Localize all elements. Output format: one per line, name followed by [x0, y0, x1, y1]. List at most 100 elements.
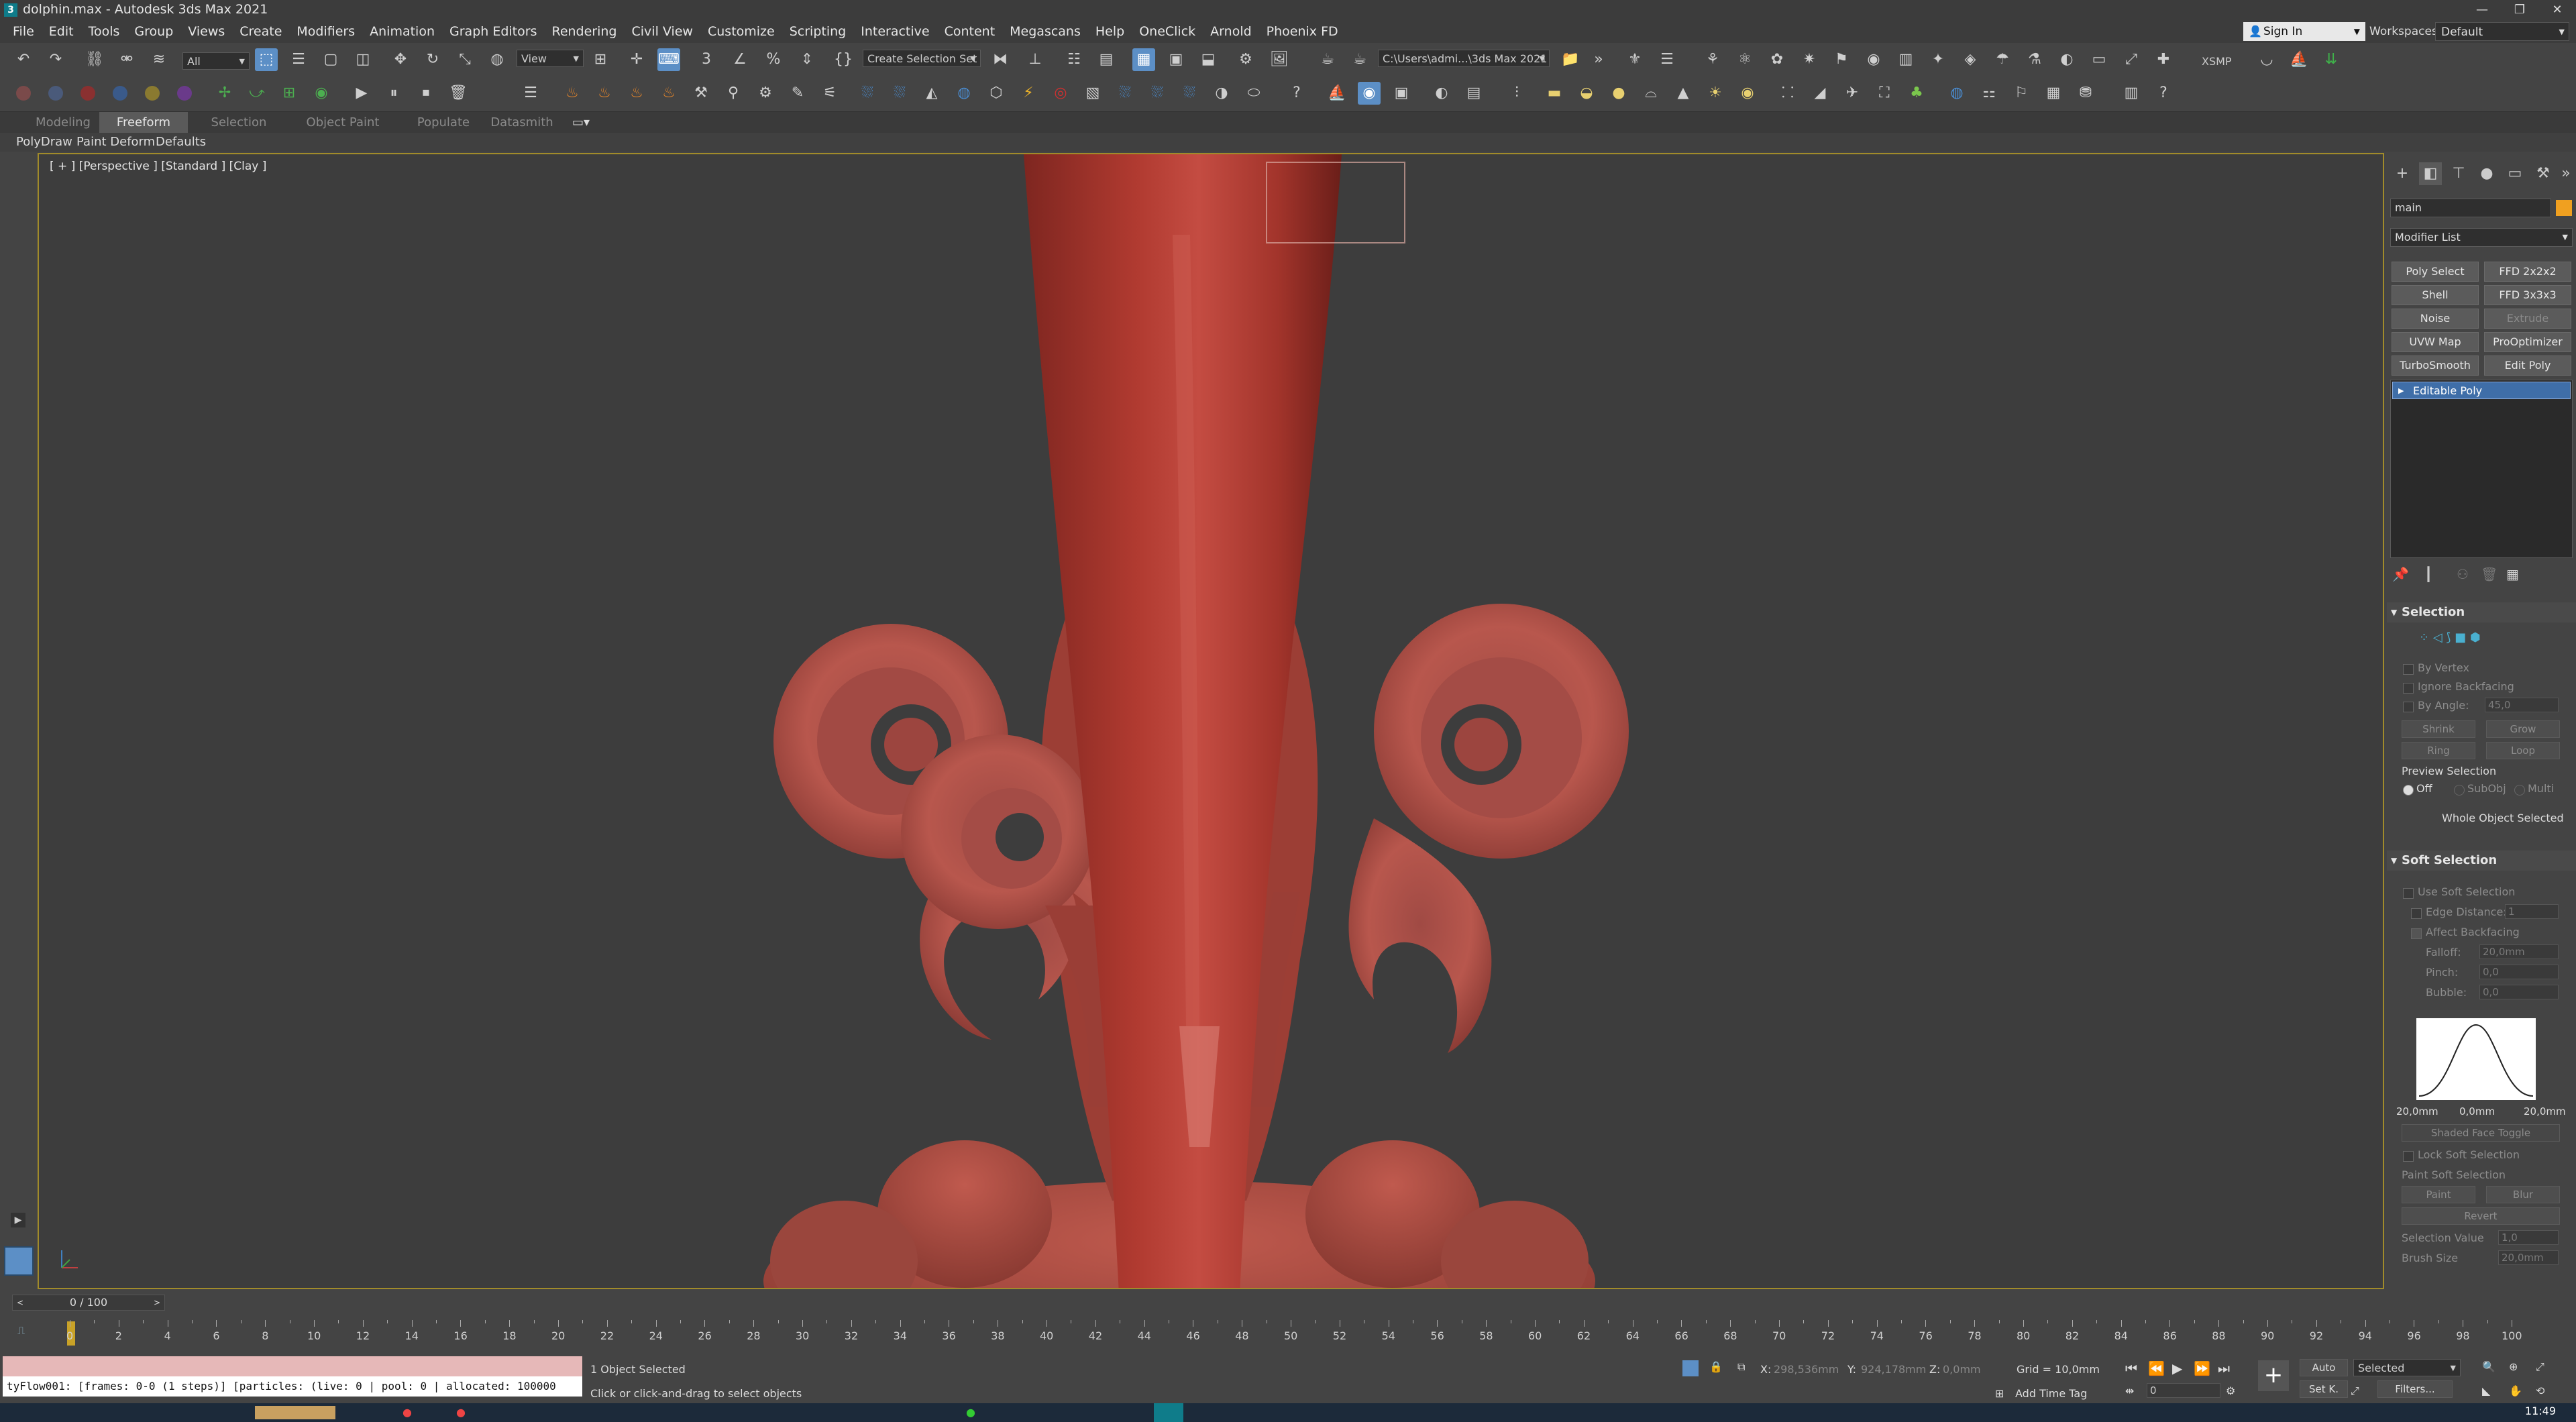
utilities-tab-icon[interactable]: ⚒ [2532, 162, 2555, 185]
tool-icon-28[interactable]: ⛃ [2074, 82, 2097, 105]
use-soft-selection-checkbox[interactable] [2403, 888, 2414, 899]
key-filter-icon[interactable]: ⤢ [2351, 1384, 2359, 1398]
menu-modifiers[interactable]: Modifiers [289, 20, 362, 43]
menu-rendering[interactable]: Rendering [544, 20, 624, 43]
water-icon-1[interactable]: ⛆ [856, 82, 879, 105]
selection-rollout-header[interactable]: ▼ Selection [2387, 602, 2576, 622]
paint-button[interactable]: Paint [2402, 1186, 2475, 1203]
pinch-spinner[interactable]: 0,0 [2479, 965, 2559, 979]
subtab-polydraw[interactable]: PolyDraw [16, 133, 72, 152]
tool-icon-1[interactable]: ⚒ [690, 82, 712, 105]
tool-icon-11[interactable]: ⛆ [1146, 82, 1169, 105]
go-to-start-icon[interactable]: ⏮ [2125, 1360, 2137, 1376]
current-frame-input[interactable]: 0 [2147, 1383, 2220, 1398]
edge-distance-checkbox[interactable] [2411, 908, 2422, 919]
shell-button[interactable]: Shell [2392, 285, 2479, 305]
plugin-icon-14[interactable]: ⤢ [2120, 48, 2143, 71]
folder-icon[interactable]: 📁 [1559, 48, 1582, 71]
plugin-icon-11[interactable]: ⚗ [2023, 48, 2046, 71]
keyboard-shortcut-icon[interactable]: ⌨ [657, 48, 680, 71]
grow-button[interactable]: Grow [2486, 720, 2560, 738]
tree-icon[interactable]: ♣ [1905, 82, 1928, 105]
ignore-backfacing-checkbox[interactable] [2403, 683, 2414, 694]
sun-icon[interactable]: ☀ [1704, 82, 1727, 105]
key-filter-select[interactable]: Selected ▼ [2353, 1359, 2461, 1376]
schematic-view-icon[interactable]: ▣ [1165, 48, 1187, 71]
field-of-view-icon[interactable]: ◣ [2482, 1384, 2490, 1397]
globe-icon[interactable]: ◍ [1945, 82, 1968, 105]
mini-curve-editor-icon[interactable]: ⎍ [17, 1324, 25, 1337]
remove-modifier-icon[interactable]: 🗑 [2481, 566, 2498, 582]
play-animation-icon[interactable]: ▶ [2172, 1360, 2182, 1376]
material-editor-icon[interactable]: ⬓ [1197, 48, 1220, 71]
auto-key-button[interactable]: Auto [2300, 1359, 2348, 1376]
render-icon[interactable]: ☕ [1316, 48, 1339, 71]
taskbar-app-icon-3[interactable]: ● [966, 1406, 975, 1419]
lock-selection-icon[interactable]: 🔒 [1709, 1360, 1723, 1373]
fire-icon-3[interactable]: ♨ [625, 82, 648, 105]
configure-sets-icon[interactable]: ▦ [2506, 566, 2519, 582]
taskbar-app-icon-2[interactable]: ● [456, 1406, 466, 1419]
bind-spacewarp-icon[interactable]: ≋ [148, 48, 170, 71]
snap-icon[interactable]: 3 [695, 48, 718, 71]
viewport-layout-icon[interactable] [4, 1246, 34, 1276]
tool-icon-21[interactable]: ⸬ [1776, 82, 1799, 105]
pin-stack-icon[interactable]: 📌 [2392, 566, 2409, 582]
z-coordinate[interactable]: 0,0mm [1943, 1363, 1981, 1376]
sphere-icon[interactable]: ● [1607, 82, 1630, 105]
prooptimizer-button[interactable]: ProOptimizer [2484, 332, 2571, 352]
falloff-spinner[interactable]: 20,0mm [2479, 944, 2559, 959]
lock-soft-selection-checkbox[interactable] [2403, 1151, 2414, 1162]
select-manipulate-icon[interactable]: ✛ [625, 48, 648, 71]
scene-explorer-icon[interactable]: ☰ [1656, 48, 1678, 71]
menu-graph-editors[interactable]: Graph Editors [442, 20, 544, 43]
plugin-icon-17[interactable]: ⛵ [2288, 48, 2310, 71]
fire-icon-1[interactable]: ♨ [561, 82, 584, 105]
menu-edit[interactable]: Edit [42, 20, 81, 43]
menu-content[interactable]: Content [937, 20, 1003, 43]
cone-icon[interactable]: ▲ [1672, 82, 1695, 105]
plugin-icon-15[interactable]: ✚ [2152, 48, 2175, 71]
absolute-mode-icon[interactable]: ⧉ [1737, 1360, 1745, 1374]
fire-icon-4[interactable]: ♨ [657, 82, 680, 105]
isolate-selection-icon[interactable] [1682, 1360, 1699, 1376]
close-button[interactable]: ✕ [2538, 0, 2576, 20]
tab-object-paint[interactable]: Object Paint [299, 112, 386, 133]
tool-icon-5[interactable]: ⚟ [818, 82, 841, 105]
ffd-3x3x3-button[interactable]: FFD 3x3x3 [2484, 285, 2571, 305]
bowl-icon[interactable]: ⌓ [1640, 82, 1662, 105]
select-scale-icon[interactable]: ⤡ [453, 48, 476, 71]
layer-explorer-icon[interactable]: ☷ [1063, 48, 1085, 71]
zoom-icon[interactable]: 🔍 [2482, 1360, 2496, 1373]
object-color-swatch[interactable] [2556, 200, 2572, 216]
display-tab-icon[interactable]: ▭ [2504, 162, 2526, 185]
tool-icon-17[interactable]: ▣ [1390, 82, 1413, 105]
menu-customize[interactable]: Customize [700, 20, 782, 43]
filters-button[interactable]: Filters... [2377, 1380, 2453, 1398]
plugin-icon-3[interactable]: ✿ [1766, 48, 1788, 71]
angle-snap-icon[interactable]: ∠ [729, 48, 751, 71]
select-object-icon[interactable]: ⬚ [255, 48, 278, 71]
water-icon-3[interactable]: ◍ [953, 82, 975, 105]
set-key-button[interactable]: Set K. [2300, 1380, 2348, 1398]
sign-in-dropdown[interactable]: 👤 Sign In ▼ [2243, 22, 2365, 41]
preview-off-radio[interactable] [2403, 785, 2414, 796]
menu-arnold[interactable]: Arnold [1203, 20, 1258, 43]
ring-button[interactable]: Ring [2402, 742, 2475, 759]
tool-icon-4[interactable]: ✎ [786, 82, 809, 105]
by-angle-spinner[interactable]: 45,0 [2485, 698, 2559, 712]
zoom-all-icon[interactable]: ⊕ [2509, 1360, 2518, 1373]
move-gizmo-icon[interactable]: ✢ [213, 82, 236, 105]
perspective-viewport[interactable]: [ + ] [Perspective ] [Standard ] [Clay ] [38, 153, 2384, 1289]
tool-icon-16[interactable]: ◉ [1358, 82, 1381, 105]
taskbar-3dsmax-icon[interactable] [1154, 1403, 1183, 1422]
menu-tools[interactable]: Tools [81, 20, 127, 43]
taskbar-thumbnail[interactable] [255, 1406, 335, 1419]
tool-icon-10[interactable]: ⛆ [1114, 82, 1136, 105]
y-coordinate[interactable]: 924,178mm [1861, 1363, 1926, 1376]
preview-multi-radio[interactable] [2514, 785, 2525, 796]
menu-file[interactable]: File [5, 20, 42, 43]
tool-icon-7[interactable]: ⬡ [985, 82, 1008, 105]
tab-modeling[interactable]: Modeling [23, 112, 103, 133]
list-icon[interactable]: ☰ [519, 82, 542, 105]
